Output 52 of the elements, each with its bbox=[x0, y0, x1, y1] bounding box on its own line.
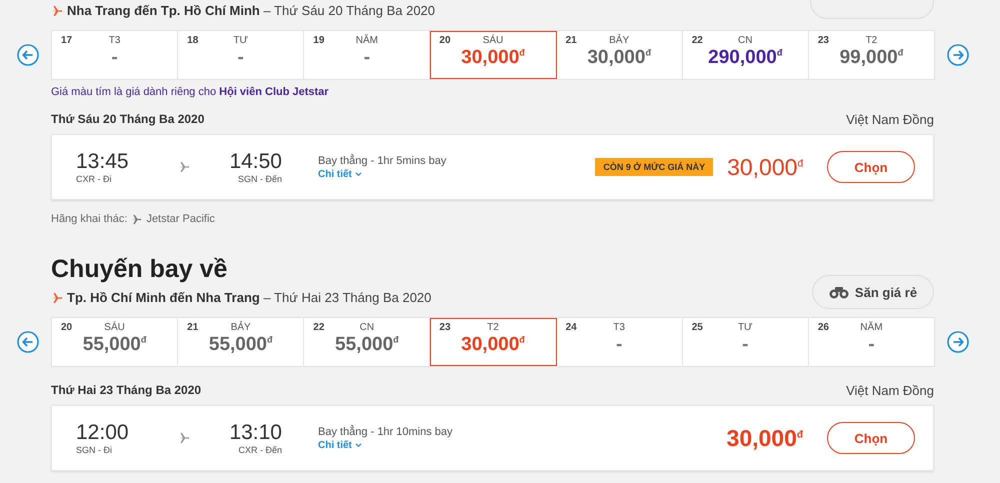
date-tab[interactable]: 17 T3 - bbox=[52, 31, 178, 79]
operator-label: Hãng khai thác: bbox=[51, 213, 128, 225]
date-heading: Thứ Sáu 20 Tháng Ba 2020 bbox=[51, 112, 204, 128]
binoculars-icon bbox=[828, 285, 849, 299]
caret-icon bbox=[354, 442, 362, 448]
flight-duration: Bay thẳng - 1hr 5mins bay bbox=[318, 154, 448, 166]
date-tab[interactable]: 20 SÁU 55,000$^{đ}$ bbox=[52, 318, 178, 366]
departure-time: 12:00 bbox=[76, 421, 129, 445]
departure-label: CXR - Đi bbox=[76, 174, 112, 184]
select-button[interactable]: Chọn bbox=[827, 422, 915, 454]
plane-icon bbox=[178, 161, 190, 173]
arrival-label: SGN - Đến bbox=[238, 174, 282, 184]
plane-icon bbox=[51, 292, 63, 304]
date-tab[interactable]: 26 NĂM - bbox=[808, 318, 934, 366]
next-button[interactable] bbox=[947, 331, 969, 353]
date-tab[interactable]: 24 T3 - bbox=[556, 318, 683, 366]
plane-icon bbox=[178, 432, 190, 444]
member-price-note: Giá màu tím là giá dành riêng cho Hội viên Club Jetstar bbox=[51, 86, 330, 100]
currency-label: Việt Nam Đồng bbox=[846, 112, 934, 128]
arrival-time: 13:10 bbox=[229, 421, 282, 445]
date-heading: Thứ Hai 23 Tháng Ba 2020 bbox=[51, 383, 202, 399]
date-tab[interactable]: 21 BẢY 55,000$^{đ}$ bbox=[178, 318, 304, 366]
next-button[interactable] bbox=[947, 44, 969, 66]
section-title: Chuyến bay về bbox=[51, 255, 228, 284]
departure-time: 13:45 bbox=[76, 150, 129, 174]
date-tab[interactable]: 25 TƯ - bbox=[682, 318, 809, 366]
date-tab[interactable]: 18 TƯ - bbox=[178, 31, 304, 79]
date-tab[interactable]: 19 NĂM - bbox=[304, 31, 430, 79]
currency-label: Việt Nam Đồng bbox=[846, 383, 934, 399]
date-tab[interactable]: 20 SÁU 30,000$^{đ}$ bbox=[430, 31, 557, 79]
flight-duration: Bay thẳng - 1hr 10mins bay bbox=[318, 426, 454, 438]
date-tab[interactable]: 21 BẢY 30,000$^{đ}$ bbox=[556, 31, 683, 79]
flight-price: 30,000$^{đ}$ bbox=[726, 424, 803, 452]
plane-icon bbox=[51, 4, 63, 16]
date-tab[interactable]: 23 T2 99,000$^{đ}$ bbox=[808, 31, 934, 79]
route-text: Nha Trang đến Tp. Hồ Chí Minh – Thứ Sáu 20 Tháng Ba 2020 bbox=[67, 3, 436, 18]
operator-name: Jetstar Pacific bbox=[146, 213, 215, 225]
arrival-time: 14:50 bbox=[229, 150, 282, 174]
previous-button[interactable] bbox=[17, 44, 39, 66]
deal-hunt-button[interactable]: Săn giá rẻ bbox=[812, 275, 934, 309]
departure-label: SGN - Đi bbox=[76, 445, 112, 455]
seats-left-badge: CÒN 9 Ở MỨC GIÁ NÀY bbox=[595, 158, 714, 176]
caret-icon bbox=[354, 172, 362, 176]
route-text: Tp. Hồ Chí Minh đến Nha Trang – Thứ Hai 23 Tháng Ba 2020 bbox=[67, 290, 432, 305]
flight-price: 30,000$^{đ}$ bbox=[727, 154, 803, 180]
date-tab[interactable]: 22 CN 55,000$^{đ}$ bbox=[304, 318, 430, 366]
plane-icon bbox=[131, 214, 142, 224]
date-tab[interactable]: 22 CN 290,000$^{đ}$ bbox=[682, 31, 809, 79]
date-tab[interactable]: 23 T2 30,000$^{đ}$ bbox=[430, 318, 557, 366]
arrival-label: CXR - Đến bbox=[238, 445, 282, 455]
previous-button[interactable] bbox=[17, 331, 39, 353]
select-button[interactable]: Chọn bbox=[827, 151, 915, 183]
